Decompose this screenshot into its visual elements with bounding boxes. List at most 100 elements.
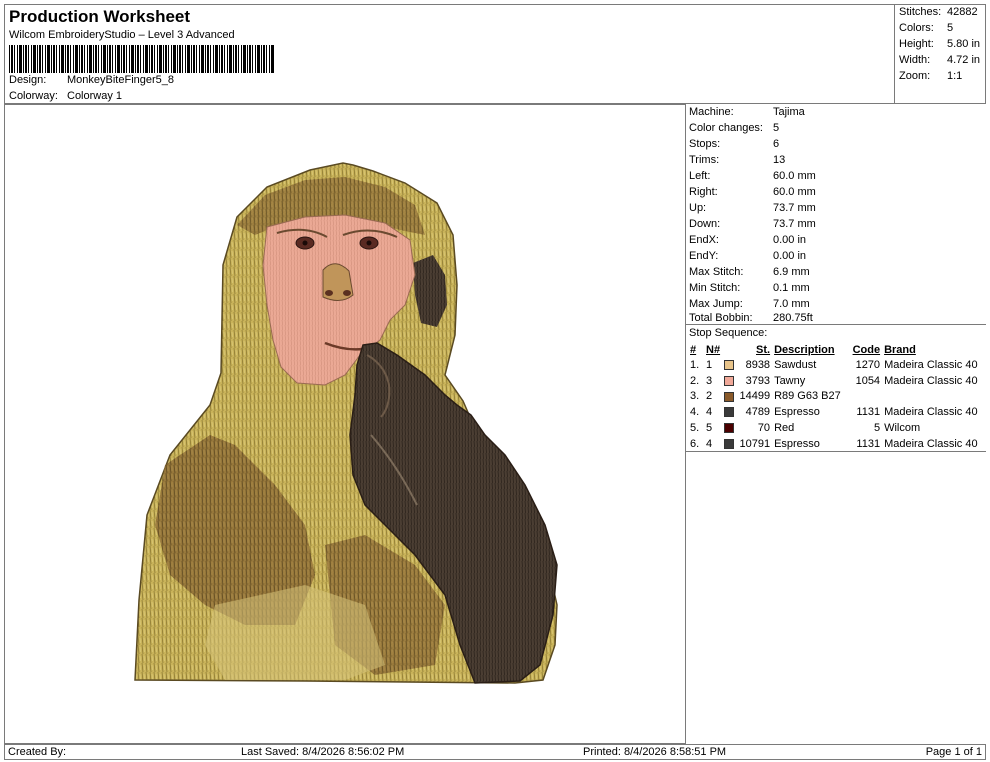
printed-date: Printed: 8/4/2026 8:58:51 PM bbox=[583, 746, 727, 758]
needle-number: 2 bbox=[706, 390, 713, 403]
left-label: Left: bbox=[689, 170, 711, 182]
trims-value: 13 bbox=[773, 154, 786, 166]
col-num-header: N# bbox=[706, 343, 721, 356]
color-swatch bbox=[722, 373, 736, 389]
worksheet-footer: Created By: Last Saved: 8/4/2026 8:56:02… bbox=[4, 744, 986, 760]
col-brand-header: Brand bbox=[884, 343, 916, 356]
last-saved: Last Saved: 8/4/2026 8:56:02 PM bbox=[241, 746, 405, 758]
needle-number: 4 bbox=[706, 437, 713, 450]
stops-label: Stops: bbox=[689, 138, 721, 150]
stitch-count: 3793 bbox=[745, 374, 771, 387]
needle-number: 5 bbox=[706, 422, 713, 435]
thread-description: Espresso bbox=[774, 406, 820, 419]
up-value: 73.7 mm bbox=[773, 202, 816, 214]
stop-sequence-title: Stop Sequence: bbox=[689, 327, 768, 339]
needle-number: 4 bbox=[706, 406, 713, 419]
zoom-value: 1:1 bbox=[947, 70, 963, 82]
width-value: 4.72 in bbox=[947, 54, 981, 66]
endy-value: 0.00 in bbox=[773, 250, 807, 262]
total-bobbin-value: 280.75ft bbox=[773, 312, 813, 324]
stop-index: 3. bbox=[690, 390, 700, 403]
thread-color-swatch bbox=[724, 391, 735, 402]
min-stitch-label: Min Stitch: bbox=[689, 282, 741, 294]
stitch-count: 14499 bbox=[739, 390, 771, 403]
width-label: Width: bbox=[899, 54, 931, 66]
table-row: 5. 5 70 Red 5 Wilcom bbox=[688, 420, 980, 436]
total-bobbin-label: Total Bobbin: bbox=[689, 312, 753, 324]
thread-color-swatch bbox=[724, 375, 735, 386]
thread-brand: Madeira Classic 40 bbox=[884, 406, 978, 419]
colorway-label: Colorway: bbox=[9, 90, 58, 102]
colors-value: 5 bbox=[947, 22, 954, 34]
thread-code: 1131 bbox=[856, 437, 881, 450]
max-jump-label: Max Jump: bbox=[689, 298, 743, 310]
down-label: Down: bbox=[689, 218, 721, 230]
stop-index: 1. bbox=[690, 358, 700, 371]
color-swatch bbox=[722, 357, 736, 373]
software-name: Wilcom EmbroideryStudio – Level 3 Advanc… bbox=[9, 29, 235, 41]
machine-label: Machine: bbox=[689, 106, 734, 118]
thread-brand: Madeira Classic 40 bbox=[884, 358, 978, 371]
page-number: Page 1 of 1 bbox=[925, 746, 982, 758]
stitches-label: Stitches: bbox=[899, 6, 942, 18]
max-stitch-label: Max Stitch: bbox=[689, 266, 744, 278]
page-title: Production Worksheet bbox=[9, 7, 191, 26]
thread-code: 1270 bbox=[855, 358, 881, 371]
stops-value: 6 bbox=[773, 138, 780, 150]
table-row: 1. 1 8938 Sawdust 1270 Madeira Classic 40 bbox=[688, 357, 980, 373]
col-swatch-header bbox=[722, 342, 736, 357]
trims-label: Trims: bbox=[689, 154, 720, 166]
col-desc-header: Description bbox=[774, 343, 835, 356]
max-stitch-value: 6.9 mm bbox=[773, 266, 810, 278]
colors-label: Colors: bbox=[899, 22, 934, 34]
col-idx-header: # bbox=[690, 343, 697, 356]
color-changes-label: Color changes: bbox=[689, 122, 763, 134]
stitch-count: 4789 bbox=[745, 406, 771, 419]
barcode bbox=[9, 45, 274, 73]
design-row: Design: MonkeyBiteFinger5_8 bbox=[9, 74, 174, 86]
endx-label: EndX: bbox=[689, 234, 719, 246]
stitch-count: 8938 bbox=[745, 358, 771, 371]
thread-brand bbox=[882, 389, 980, 405]
stop-index: 5. bbox=[690, 422, 700, 435]
thread-color-swatch bbox=[724, 438, 735, 449]
table-row: 2. 3 3793 Tawny 1054 Madeira Classic 40 bbox=[688, 373, 980, 389]
stitch-count: 10791 bbox=[739, 437, 771, 450]
table-header-row: # N# St. Description Code Brand bbox=[688, 342, 980, 357]
thread-code: 5 bbox=[873, 422, 881, 435]
color-swatch bbox=[722, 404, 736, 420]
col-code-header: Code bbox=[852, 343, 881, 356]
needle-number: 3 bbox=[706, 374, 713, 387]
col-st-header: St. bbox=[756, 343, 771, 356]
max-jump-value: 7.0 mm bbox=[773, 298, 810, 310]
thread-color-swatch bbox=[724, 423, 735, 434]
needle-number: 1 bbox=[706, 358, 713, 371]
thread-description: Espresso bbox=[774, 437, 820, 450]
thread-description: Red bbox=[774, 422, 795, 435]
thread-brand: Madeira Classic 40 bbox=[884, 437, 978, 450]
stop-index: 2. bbox=[690, 374, 700, 387]
table-row: 4. 4 4789 Espresso 1131 Madeira Classic 40 bbox=[688, 404, 980, 420]
design-preview bbox=[4, 104, 686, 744]
thread-description: Tawny bbox=[774, 374, 806, 387]
thread-brand: Wilcom bbox=[884, 422, 921, 435]
color-swatch bbox=[722, 436, 736, 452]
endx-value: 0.00 in bbox=[773, 234, 807, 246]
thread-color-swatch bbox=[724, 407, 735, 418]
thread-code bbox=[846, 389, 882, 405]
worksheet-header: Production Worksheet Wilcom EmbroiderySt… bbox=[4, 4, 986, 104]
design-stats: Stitches: 42882 Colors: 5 Height: 5.80 in W… bbox=[894, 4, 986, 104]
thread-code: 1054 bbox=[855, 374, 881, 387]
color-swatch bbox=[722, 389, 736, 405]
design-label: Design: bbox=[9, 74, 47, 86]
monkey-embroidery-image bbox=[134, 162, 558, 684]
down-value: 73.7 mm bbox=[773, 218, 816, 230]
endy-label: EndY: bbox=[689, 250, 719, 262]
machine-info-panel: Machine: Tajima Color changes: 5 Stops: 6 T… bbox=[686, 104, 986, 324]
zoom-label: Zoom: bbox=[899, 70, 931, 82]
stop-sequence-table: # N# St. Description Code Brand 1. 1 8938 S… bbox=[688, 342, 980, 452]
thread-color-swatch bbox=[724, 359, 735, 370]
left-value: 60.0 mm bbox=[773, 170, 816, 182]
design-value: MonkeyBiteFinger5_8 bbox=[67, 74, 175, 86]
thread-code: 1131 bbox=[856, 406, 881, 419]
